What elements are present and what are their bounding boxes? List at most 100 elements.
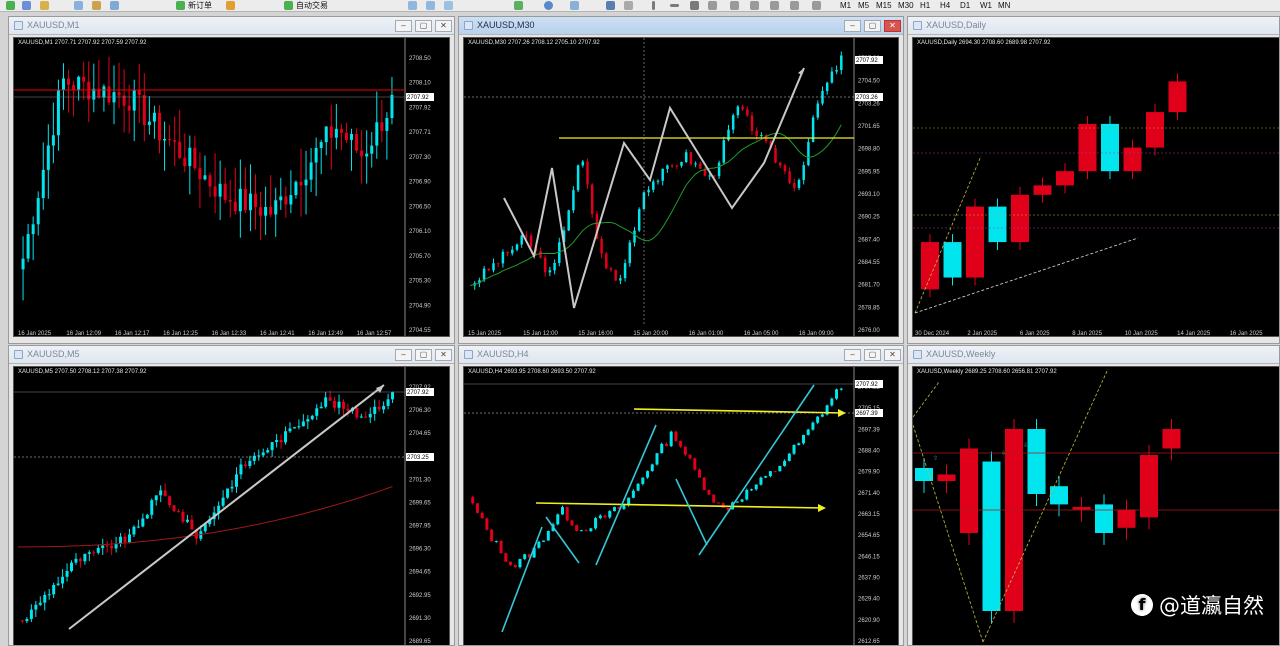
close-button[interactable]: ✕	[884, 349, 901, 361]
timeframe-m5[interactable]: M5	[858, 0, 869, 11]
chart-plot-area[interactable]: 30 Dec 2024 2 Jan 2025 6 Jan 2025 8 Jan 202…	[912, 37, 1279, 337]
close-button[interactable]: ✕	[884, 20, 901, 32]
window-titlebar[interactable]: XAUUSD,M1 – ▢ ✕	[9, 17, 454, 35]
close-button[interactable]: ✕	[435, 349, 452, 361]
timeframe-d1[interactable]: D1	[960, 0, 970, 11]
maximize-button[interactable]: ▢	[864, 20, 881, 32]
candle-body	[579, 530, 583, 532]
horizontal-line-icon[interactable]	[670, 4, 679, 7]
window-titlebar[interactable]: XAUUSD,M5 – ▢ ✕	[9, 346, 454, 364]
maximize-button[interactable]: ▢	[415, 20, 432, 32]
candle-body	[289, 195, 293, 205]
chart-window-m5[interactable]: XAUUSD,M5 – ▢ ✕ 2707.922706.302704.65270…	[8, 345, 455, 646]
autotrade-button[interactable]: 自动交易	[296, 0, 328, 11]
candle-body	[20, 620, 24, 622]
price-axis-label: 2706.50	[409, 204, 431, 210]
time-axis-label: 16 Jan 12:25	[163, 331, 198, 337]
label-icon[interactable]	[770, 1, 779, 10]
candle-body	[56, 583, 60, 585]
minimize-button[interactable]: –	[844, 20, 861, 32]
chart-plot-area[interactable]: 2707.92 2704.50 2703.26 2701.65 2698.80 2695.…	[463, 37, 899, 337]
timeframe-w1[interactable]: W1	[980, 0, 992, 11]
candle-body	[735, 501, 739, 503]
close-button[interactable]: ✕	[435, 20, 452, 32]
chart-window-daily[interactable]: XAUUSD,Daily 30 Dec 2024 2 Jan 2025 6 Jan …	[907, 16, 1280, 344]
timeframe-h1[interactable]: H1	[920, 0, 930, 11]
chart-plot-area[interactable]: 2708.50 2708.10 2707.92 2707.71 2707.30 2706.…	[13, 37, 450, 337]
metaeditor-icon[interactable]	[226, 1, 235, 10]
candle-body	[274, 200, 278, 215]
candle-body	[726, 507, 730, 510]
chart-plot-area[interactable]: 2707.92 2706.30 2704.65 2703.25 2701.30 2699.…	[13, 366, 450, 645]
fibonacci-icon[interactable]	[708, 1, 717, 10]
chart-window-m1[interactable]: XAUUSD,M1 – ▢ ✕ 2708.50 2708.10 2707.92 270…	[8, 16, 455, 344]
candle-body	[74, 558, 78, 563]
vertical-line-icon[interactable]	[652, 1, 655, 10]
channel-icon[interactable]	[730, 1, 739, 10]
candle-body	[72, 84, 76, 90]
chart-app-icon	[913, 21, 922, 30]
candle-body	[193, 147, 197, 169]
price-axis-label: 2690.25	[858, 215, 880, 221]
candle-body	[25, 619, 29, 622]
candle-body	[275, 440, 279, 443]
chart-window-m30[interactable]: XAUUSD,M30 – ▢ ✕ 2707.922704.502703.2627…	[458, 16, 904, 344]
candle-body	[328, 397, 332, 401]
terminal-icon[interactable]	[92, 1, 101, 10]
candle-body	[741, 106, 744, 110]
timeframe-m15[interactable]: M15	[876, 0, 892, 11]
crosshair-icon[interactable]	[624, 1, 633, 10]
window-titlebar[interactable]: XAUUSD,M30 – ▢ ✕	[459, 17, 903, 35]
candle-body	[178, 141, 182, 158]
maximize-button[interactable]: ▢	[864, 349, 881, 361]
candle-body	[147, 121, 151, 126]
new-order-button[interactable]: 新订单	[188, 0, 212, 11]
zoom-in-icon[interactable]	[408, 1, 417, 10]
profiles-icon[interactable]	[22, 1, 31, 10]
candle-body	[141, 518, 145, 527]
candle-body	[572, 190, 575, 211]
candle-body	[655, 453, 659, 465]
tile-windows-icon[interactable]	[444, 1, 453, 10]
indicators-icon[interactable]	[514, 1, 523, 10]
minimize-button[interactable]: –	[395, 20, 412, 32]
tester-icon[interactable]	[110, 1, 119, 10]
maximize-button[interactable]: ▢	[415, 349, 432, 361]
periods-icon[interactable]	[544, 1, 553, 10]
price-axis-label: 2705.70	[409, 254, 431, 260]
text-icon[interactable]	[750, 1, 759, 10]
window-titlebar[interactable]: XAUUSD,H4 – ▢ ✕	[459, 346, 903, 364]
navigator-icon[interactable]	[74, 1, 83, 10]
window-titlebar[interactable]: XAUUSD,Weekly	[908, 346, 1279, 364]
candle-body	[712, 494, 716, 503]
candle-body	[699, 163, 702, 169]
candle-body	[698, 469, 702, 478]
candle-body	[707, 490, 711, 495]
templates-icon[interactable]	[570, 1, 579, 10]
new-order-icon[interactable]	[176, 1, 185, 10]
minimize-button[interactable]: –	[395, 349, 412, 361]
trendline-icon[interactable]	[690, 1, 699, 10]
timeframe-mn[interactable]: MN	[998, 0, 1010, 11]
chart-window-h4[interactable]: XAUUSD,H4 – ▢ ✕ 2707.922705.152697.39268…	[458, 345, 904, 646]
autotrade-icon[interactable]	[284, 1, 293, 10]
candle-body	[689, 152, 693, 165]
cursor-icon[interactable]	[606, 1, 615, 10]
timeframe-h4[interactable]: H4	[940, 0, 950, 11]
zoom-out-icon[interactable]	[426, 1, 435, 10]
arrows-icon[interactable]	[790, 1, 799, 10]
candle-body	[688, 454, 692, 459]
fractal-up-arrow: ⇧	[933, 455, 938, 462]
timeframe-m30[interactable]: M30	[898, 0, 914, 11]
window-titlebar[interactable]: XAUUSD,Daily	[908, 17, 1279, 35]
candle-body	[1072, 507, 1091, 510]
market-watch-icon[interactable]	[40, 1, 49, 10]
new-chart-icon[interactable]	[6, 1, 15, 10]
shapes-icon[interactable]	[812, 1, 821, 10]
candle-body	[279, 196, 283, 201]
candle-body	[835, 69, 838, 72]
minimize-button[interactable]: –	[844, 349, 861, 361]
timeframe-m1[interactable]: M1	[840, 0, 851, 11]
candle-body	[315, 408, 319, 416]
chart-plot-area[interactable]: 2707.922705.152697.392688.402679.902671.…	[463, 366, 899, 645]
